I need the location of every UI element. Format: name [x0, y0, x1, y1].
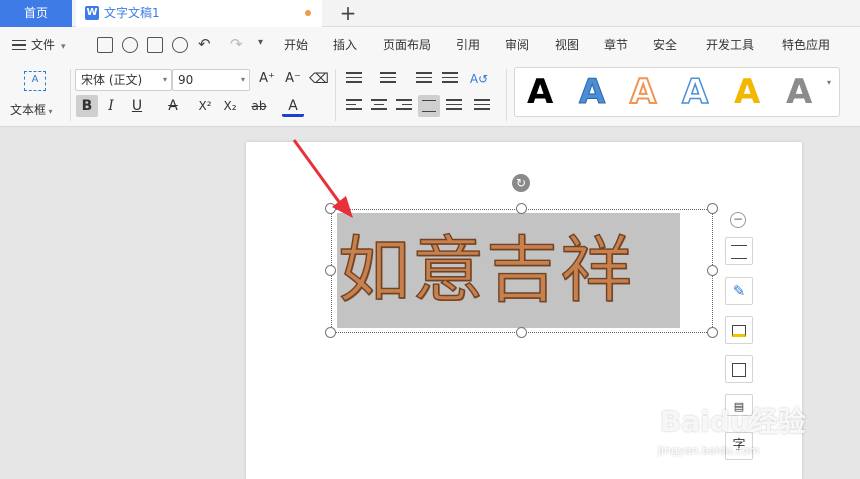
paint-bucket-icon: [732, 324, 746, 337]
italic-button[interactable]: I: [100, 95, 122, 117]
resize-handle-left[interactable]: [325, 265, 336, 276]
gallery-more-icon[interactable]: ▾: [827, 78, 831, 87]
undo-icon[interactable]: ↶: [198, 35, 211, 53]
menu-chapter[interactable]: 章节: [604, 27, 628, 63]
tab-document-title: 文字文稿1: [104, 6, 160, 20]
text-wrap-button[interactable]: [725, 237, 753, 265]
outline-style-button[interactable]: ✎: [725, 277, 753, 305]
font-color-button[interactable]: A: [282, 95, 304, 117]
fill-color-button[interactable]: [725, 316, 753, 344]
export-icon[interactable]: [122, 37, 138, 53]
textbox-icon: A: [24, 71, 46, 91]
font-name-value: 宋体 (正文): [81, 73, 143, 87]
new-tab-button[interactable]: +: [338, 0, 358, 27]
menu-view[interactable]: 视图: [555, 27, 579, 63]
tab-home[interactable]: 首页: [0, 0, 72, 27]
superscript-button[interactable]: X²: [194, 95, 216, 117]
divider: [335, 69, 336, 121]
clear-format-eraser-icon[interactable]: ⌫: [308, 68, 330, 90]
rotate-handle-icon[interactable]: ↻: [512, 174, 530, 192]
decrease-indent-icon[interactable]: [416, 72, 432, 86]
increase-indent-icon[interactable]: [442, 72, 458, 86]
align-left-icon[interactable]: [346, 99, 362, 113]
divider: [70, 69, 71, 121]
print-preview-icon[interactable]: [172, 37, 188, 53]
subscript-button[interactable]: X₂: [219, 95, 241, 117]
shape-effect-icon: [732, 362, 746, 377]
align-center-icon[interactable]: [371, 99, 387, 113]
tab-document[interactable]: W 文字文稿1: [76, 0, 322, 27]
quick-access-more-icon[interactable]: ▾: [258, 37, 263, 48]
pen-icon: ✎: [732, 282, 746, 300]
highlight-button[interactable]: ab: [248, 95, 270, 117]
menu-references[interactable]: 引用: [456, 27, 480, 63]
menu-special-apps[interactable]: 特色应用: [782, 27, 830, 63]
resize-handle-right[interactable]: [707, 265, 718, 276]
wordart-style-gallery: A A A A A A ▾: [514, 67, 840, 117]
wordart-style-gray[interactable]: A: [786, 71, 812, 113]
tab-bar: 首页 W 文字文稿1 +: [0, 0, 860, 27]
font-name-select[interactable]: 宋体 (正文) ▾: [75, 69, 172, 91]
wordart-style-black[interactable]: A: [527, 71, 553, 113]
font-size-value: 90: [178, 73, 194, 87]
print-icon[interactable]: [147, 37, 163, 53]
justify-button[interactable]: [418, 95, 440, 117]
text-wrap-icon: [731, 244, 747, 259]
shrink-font-button[interactable]: A⁻: [282, 68, 304, 90]
redo-icon[interactable]: ↷: [230, 35, 243, 53]
file-menu[interactable]: 文件 ▾: [12, 35, 66, 55]
baidu-watermark: Baidu经验: [660, 405, 806, 438]
menu-developer-tools[interactable]: 开发工具: [706, 27, 754, 63]
underline-button[interactable]: U: [126, 95, 148, 117]
menu-security[interactable]: 安全: [653, 27, 677, 63]
resize-handle-bottom-left[interactable]: [325, 327, 336, 338]
chevron-down-icon: ▾: [162, 75, 167, 84]
collapse-toolbar-button[interactable]: −: [730, 212, 746, 228]
resize-handle-bottom[interactable]: [516, 327, 527, 338]
file-menu-label: 文件: [31, 38, 56, 52]
chevron-down-icon: ▾: [240, 75, 245, 84]
resize-handle-top[interactable]: [516, 203, 527, 214]
wordart-style-orange-outline[interactable]: A: [629, 71, 657, 113]
bullet-list-icon[interactable]: [346, 72, 362, 86]
wordart-style-yellow[interactable]: A: [734, 71, 760, 113]
unsaved-dot-icon: [305, 10, 311, 16]
textbox-button[interactable]: A 文本框 ▾: [10, 69, 62, 119]
resize-handle-top-right[interactable]: [707, 203, 718, 214]
menu-insert[interactable]: 插入: [333, 27, 357, 63]
text-direction-icon[interactable]: A↺: [468, 68, 490, 90]
shape-effect-button[interactable]: [725, 355, 753, 383]
menu-page-layout[interactable]: 页面布局: [383, 27, 431, 63]
line-spacing-icon[interactable]: [474, 99, 490, 113]
bold-button[interactable]: B: [76, 95, 98, 117]
ribbon: A 文本框 ▾ 宋体 (正文) ▾ 90 ▾ A⁺ A⁻ ⌫ B I U A X² …: [0, 63, 860, 127]
font-size-select[interactable]: 90 ▾: [172, 69, 250, 91]
grow-font-button[interactable]: A⁺: [256, 68, 278, 90]
numbered-list-icon[interactable]: [380, 72, 396, 86]
align-right-icon[interactable]: [396, 99, 412, 113]
writer-doc-icon: W: [85, 6, 99, 20]
chevron-down-icon: ▾: [61, 42, 66, 52]
wordart-style-blue[interactable]: A: [578, 71, 605, 113]
justify-icon: [422, 100, 436, 112]
wordart-style-blue-outline[interactable]: A: [681, 71, 709, 113]
save-icon[interactable]: [97, 37, 113, 53]
hamburger-icon: [12, 40, 26, 50]
menu-start[interactable]: 开始: [284, 27, 308, 63]
strikethrough-button[interactable]: A: [162, 95, 184, 117]
distributed-align-icon[interactable]: [446, 99, 462, 113]
divider: [506, 69, 507, 121]
resize-handle-bottom-right[interactable]: [707, 327, 718, 338]
menu-row: 文件 ▾ ↶ ↷ ▾ 开始 插入 页面布局 引用 审阅 视图 章节 安全 开发工具…: [0, 27, 860, 63]
menu-review[interactable]: 审阅: [505, 27, 529, 63]
textbox-label: 文本框: [10, 103, 47, 117]
selected-textbox-frame[interactable]: [331, 209, 713, 333]
baidu-watermark-url: jingyan.baidu.com: [658, 444, 760, 457]
resize-handle-top-left[interactable]: [325, 203, 336, 214]
chevron-down-icon: ▾: [46, 107, 53, 116]
